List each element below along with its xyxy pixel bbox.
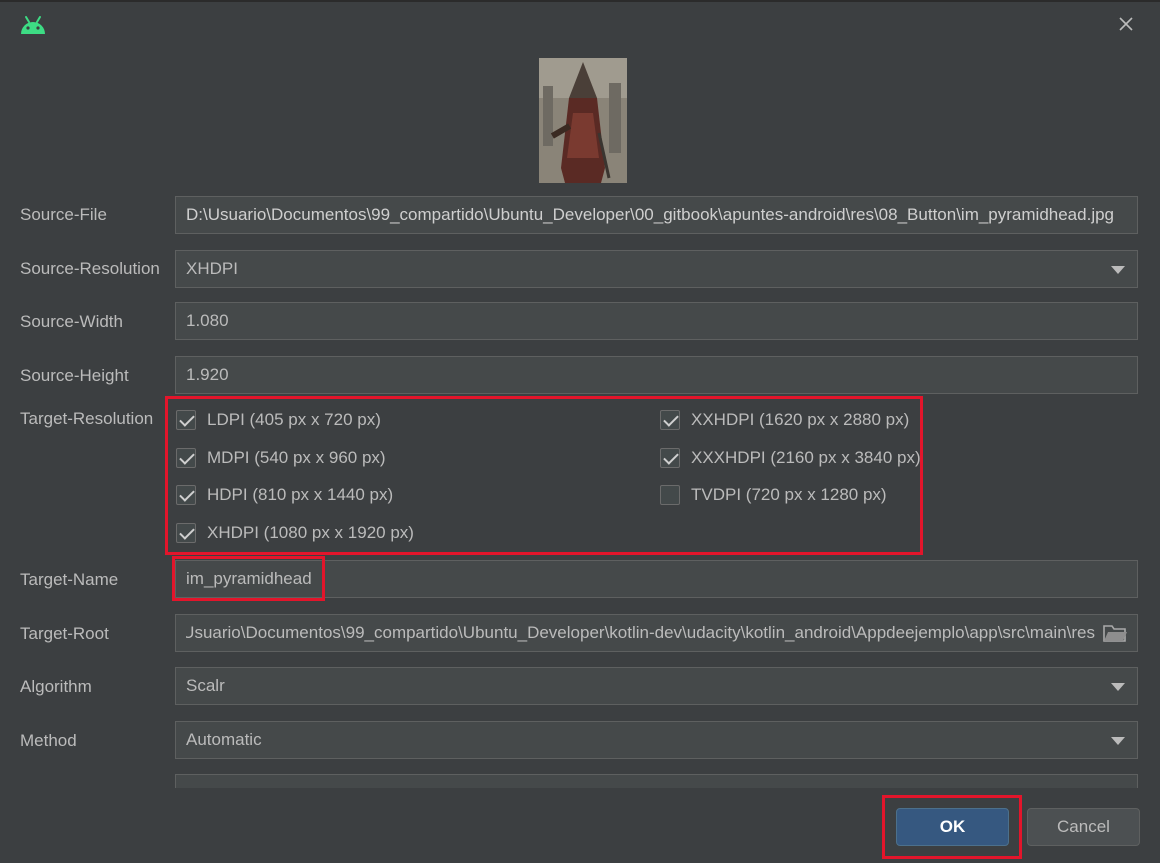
top-edge (0, 0, 1160, 2)
source-file-value: D:\Usuario\Documentos\99_compartido\Ubun… (186, 205, 1115, 224)
cancel-button[interactable]: Cancel (1027, 808, 1140, 846)
target-resolution-label: Target-Resolution (20, 409, 154, 428)
target-root-label: Target-Root (20, 624, 109, 643)
algorithm-value: Scalr (186, 676, 225, 695)
source-resolution-select[interactable]: XHDPI (175, 250, 1138, 288)
checkbox-hdpi[interactable]: HDPI (810 px x 1440 px) (176, 485, 393, 505)
folder-icon[interactable] (1103, 623, 1127, 643)
source-height-value: 1.920 (186, 365, 229, 384)
checkbox-xxxhdpi[interactable]: XXXHDPI (2160 px x 3840 px) (660, 448, 921, 468)
method-value: Automatic (186, 730, 262, 749)
method-label: Method (20, 731, 77, 750)
android-icon (21, 16, 45, 34)
checkbox-hdpi-box[interactable] (176, 485, 196, 505)
checkbox-mdpi-label: MDPI (540 px x 960 px) (207, 448, 386, 467)
checkbox-ldpi[interactable]: LDPI (405 px x 720 px) (176, 410, 381, 430)
target-root-value: ‎D:\Usuario\Documentos\99_compartido\Ubu… (186, 623, 1095, 642)
target-name-field[interactable]: im_pyramidhead (175, 560, 1138, 598)
checkbox-xhdpi-label: XHDPI (1080 px x 1920 px) (207, 523, 414, 542)
chevron-down-icon (1111, 683, 1125, 691)
close-icon[interactable] (1114, 12, 1138, 36)
checkbox-mdpi[interactable]: MDPI (540 px x 960 px) (176, 448, 386, 468)
target-name-label: Target-Name (20, 570, 119, 589)
source-resolution-value: XHDPI (186, 259, 238, 278)
source-width-value: 1.080 (186, 311, 229, 330)
checkbox-xxhdpi[interactable]: XXHDPI (1620 px x 2880 px) (660, 410, 909, 430)
ok-button[interactable]: OK (896, 808, 1009, 846)
checkbox-xhdpi-box[interactable] (176, 523, 196, 543)
checkbox-ldpi-label: LDPI (405 px x 720 px) (207, 410, 381, 429)
algorithm-select[interactable]: Scalr (175, 667, 1138, 705)
target-root-field[interactable]: ‎D:\Usuario\Documentos\99_compartido\Ubu… (175, 614, 1138, 652)
checkbox-mdpi-box[interactable] (176, 448, 196, 468)
checkbox-xxhdpi-box[interactable] (660, 410, 680, 430)
method-select[interactable]: Automatic (175, 721, 1138, 759)
source-file-label: Source-File (20, 205, 107, 224)
chevron-down-icon (1111, 266, 1125, 274)
checkbox-tvdpi-label: TVDPI (720 px x 1280 px) (691, 485, 887, 504)
source-width-field[interactable]: 1.080 (175, 302, 1138, 340)
algorithm-label: Algorithm (20, 677, 92, 696)
checkbox-ldpi-box[interactable] (176, 410, 196, 430)
source-resolution-label: Source-Resolution (20, 259, 160, 278)
checkbox-hdpi-label: HDPI (810 px x 1440 px) (207, 485, 394, 504)
chevron-down-icon (1111, 737, 1125, 745)
checkbox-xhdpi[interactable]: XHDPI (1080 px x 1920 px) (176, 523, 414, 543)
source-height-field[interactable]: 1.920 (175, 356, 1138, 394)
scroll-clip (170, 788, 1145, 794)
checkbox-xxxhdpi-box[interactable] (660, 448, 680, 468)
source-file-field[interactable]: D:\Usuario\Documentos\99_compartido\Ubun… (175, 196, 1138, 234)
checkbox-xxhdpi-label: XXHDPI (1620 px x 2880 px) (691, 410, 910, 429)
source-height-label: Source-Height (20, 366, 129, 385)
checkbox-tvdpi[interactable]: TVDPI (720 px x 1280 px) (660, 485, 887, 505)
image-preview (539, 58, 627, 183)
checkbox-xxxhdpi-label: XXXHDPI (2160 px x 3840 px) (691, 448, 921, 467)
checkbox-tvdpi-box[interactable] (660, 485, 680, 505)
source-width-label: Source-Width (20, 312, 123, 331)
target-name-value: im_pyramidhead (186, 569, 312, 588)
